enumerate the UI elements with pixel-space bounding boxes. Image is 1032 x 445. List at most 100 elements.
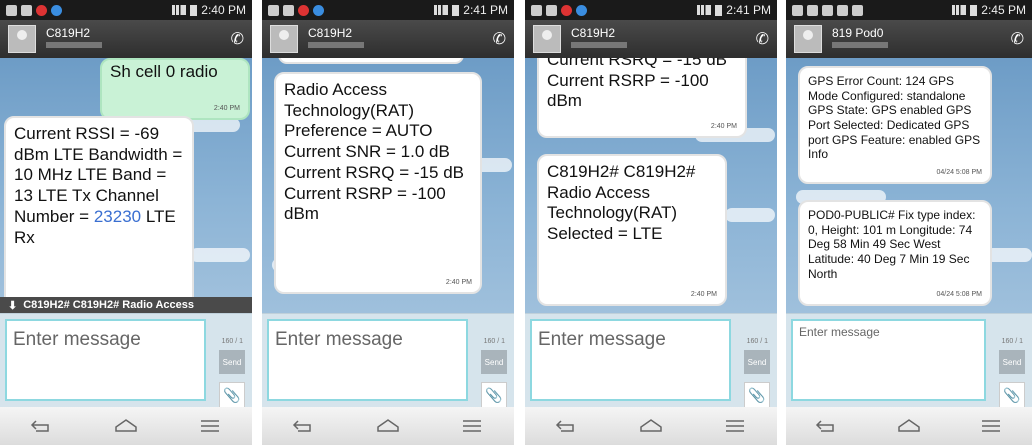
message-time: 2:40 PM: [690, 291, 717, 299]
phone-screen-2: 2:41 PM C819H2 ✆ Radio Access Technology…: [262, 0, 514, 445]
navigation-bar: [262, 407, 514, 445]
avatar[interactable]: [533, 25, 561, 53]
character-counter: 160 / 1: [221, 338, 243, 345]
signal-icon: [434, 5, 449, 15]
conversation-header: C819H2 ✆: [0, 20, 252, 58]
avatar[interactable]: [270, 25, 298, 53]
conversation-area[interactable]: Current RSRQ = -15 dB Current RSRP = -10…: [525, 58, 777, 313]
message-time: 04/24 5:08 PM: [936, 169, 982, 177]
image-icon: [268, 4, 279, 16]
status-bar: 2:41 PM: [262, 0, 514, 20]
message-bubble-received[interactable]: Current RSSI = -69 dBm LTE Bandwidth = 1…: [4, 116, 194, 297]
message-time: 2:40 PM: [445, 279, 472, 287]
back-icon[interactable]: [553, 416, 581, 436]
send-button[interactable]: Send: [744, 350, 770, 374]
send-button[interactable]: Send: [999, 350, 1025, 374]
menu-icon[interactable]: [458, 416, 486, 436]
avatar[interactable]: [794, 25, 822, 53]
compose-area: Enter message 160 / 1 Send 📎: [0, 313, 252, 408]
back-icon[interactable]: [290, 416, 318, 436]
message-time: 2:40 PM: [710, 123, 737, 131]
conversation-area[interactable]: Sh cell 0 radio 2:40 PM Current RSSI = -…: [0, 58, 252, 297]
conversation-header: C819H2 ✆: [525, 20, 777, 58]
battery-icon: [452, 4, 460, 16]
app-icon: [837, 4, 848, 16]
message-text: GPS Error Count: 124 GPS Mode Configured…: [808, 74, 981, 162]
contact-number-redacted: [46, 42, 102, 48]
status-time: 2:41 PM: [463, 3, 508, 17]
back-icon[interactable]: [813, 416, 841, 436]
back-icon[interactable]: [28, 416, 56, 436]
phone-screen-3: 2:41 PM C819H2 ✆ Current RSRQ = -15 dB C…: [525, 0, 777, 445]
character-counter: 160 / 1: [746, 338, 768, 345]
character-counter: 160 / 1: [483, 338, 505, 345]
character-counter: 160 / 1: [1001, 338, 1023, 345]
message-bubble-received[interactable]: Radio Access Technology(RAT) Preference …: [274, 72, 482, 294]
message-bubble-received[interactable]: POD0-PUBLIC# Fix type index: 0, Height: …: [798, 200, 992, 306]
status-bar: 2:41 PM: [525, 0, 777, 20]
status-time: 2:45 PM: [981, 3, 1026, 17]
phone-screen-4: 2:45 PM 819 Pod0 ✆ GPS Error Count: 124 …: [786, 0, 1032, 445]
image-icon: [21, 4, 32, 16]
image-icon: [807, 4, 818, 16]
send-button[interactable]: Send: [481, 350, 507, 374]
phone-call-icon[interactable]: ✆: [493, 29, 506, 49]
message-text: Radio Access Technology(RAT) Preference …: [284, 80, 464, 224]
home-icon[interactable]: [895, 416, 923, 436]
download-icon: [546, 4, 557, 16]
phone-call-icon[interactable]: ✆: [1011, 29, 1024, 49]
menu-icon[interactable]: [977, 416, 1005, 436]
phone-call-icon[interactable]: ✆: [756, 29, 769, 49]
new-message-preview[interactable]: ⬇ C819H2# C819H2# Radio Access: [0, 297, 252, 313]
message-text: POD0-PUBLIC# Fix type index: 0, Height: …: [808, 208, 976, 281]
avatar[interactable]: [8, 25, 36, 53]
message-input[interactable]: Enter message: [530, 319, 731, 401]
conversation-header: 819 Pod0 ✆: [786, 20, 1032, 58]
contact-number-redacted: [571, 42, 627, 48]
send-button[interactable]: Send: [219, 350, 245, 374]
conversation-area[interactable]: Radio Access Technology(RAT) Preference …: [262, 58, 514, 313]
attach-icon[interactable]: 📎: [999, 382, 1025, 408]
status-bar: 2:45 PM: [786, 0, 1032, 20]
message-input[interactable]: Enter message: [791, 319, 986, 401]
battery-icon: [190, 4, 198, 16]
status-bar: 2:40 PM: [0, 0, 252, 20]
menu-icon[interactable]: [196, 416, 224, 436]
attach-icon[interactable]: 📎: [481, 382, 507, 408]
phone-screen-1: 2:40 PM C819H2 ✆ Sh cell 0 radio 2:40 PM…: [0, 0, 252, 445]
attach-icon[interactable]: 📎: [219, 382, 245, 408]
message-text: Sh cell 0 radio: [110, 62, 218, 81]
contact-name: C819H2: [46, 26, 91, 40]
download-icon: [6, 4, 17, 16]
arrow-down-icon: ⬇: [8, 299, 18, 312]
conversation-header: C819H2 ✆: [262, 20, 514, 58]
message-bubble-received[interactable]: GPS Error Count: 124 GPS Mode Configured…: [798, 66, 992, 184]
notification-icon: [298, 4, 309, 16]
attach-icon[interactable]: 📎: [744, 382, 770, 408]
notification-icon: [561, 4, 572, 16]
message-bubble-partial: [278, 58, 464, 64]
message-input[interactable]: Enter message: [267, 319, 468, 401]
phone-number-link[interactable]: 23230: [94, 207, 141, 226]
message-text: Current RSRQ = -15 dB Current RSRP = -10…: [547, 58, 727, 111]
status-time: 2:40 PM: [201, 3, 246, 17]
message-bubble-sent[interactable]: Sh cell 0 radio 2:40 PM: [100, 58, 250, 120]
phone-call-icon[interactable]: ✆: [231, 29, 244, 49]
image-icon: [531, 4, 542, 16]
home-icon[interactable]: [112, 416, 140, 436]
menu-icon[interactable]: [721, 416, 749, 436]
message-time: 04/24 5:08 PM: [936, 291, 982, 299]
conversation-area[interactable]: GPS Error Count: 124 GPS Mode Configured…: [786, 58, 1032, 313]
contact-name: C819H2: [308, 26, 353, 40]
mail-icon: [852, 4, 863, 16]
message-bubble-received[interactable]: Current RSRQ = -15 dB Current RSRP = -10…: [537, 58, 747, 138]
account-icon: [313, 4, 324, 16]
home-icon[interactable]: [374, 416, 402, 436]
home-icon[interactable]: [637, 416, 665, 436]
message-input[interactable]: Enter message: [5, 319, 206, 401]
status-time: 2:41 PM: [726, 3, 771, 17]
message-bubble-received[interactable]: C819H2# C819H2# Radio Access Technology(…: [537, 154, 727, 306]
signal-icon: [172, 5, 187, 15]
compose-area: Enter message 160 / 1 Send 📎: [525, 313, 777, 408]
account-icon: [51, 4, 62, 16]
